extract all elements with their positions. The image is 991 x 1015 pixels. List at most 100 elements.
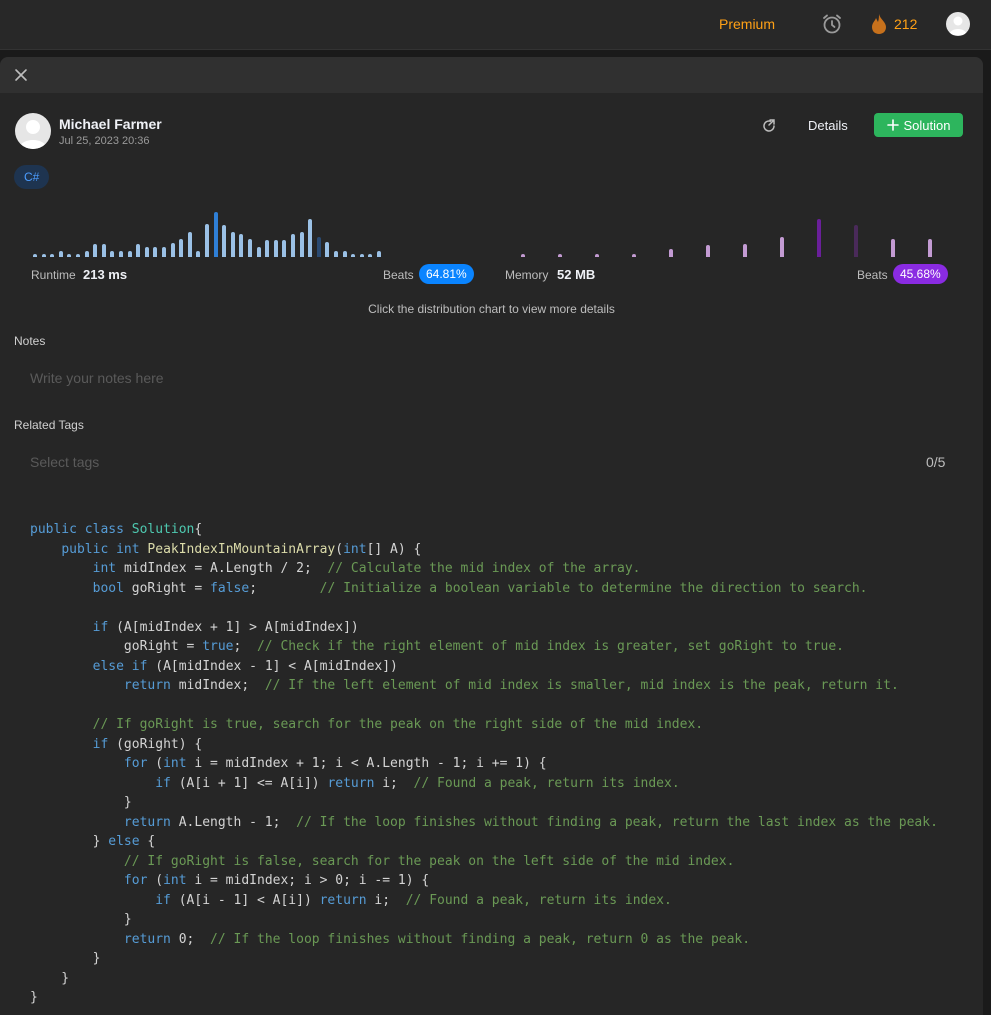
runtime-bar[interactable] <box>291 234 295 257</box>
runtime-bar[interactable] <box>196 251 201 257</box>
runtime-bar[interactable] <box>33 254 37 257</box>
premium-link[interactable]: Premium <box>719 16 775 32</box>
runtime-bar[interactable] <box>136 244 141 257</box>
flame-icon <box>872 14 886 34</box>
runtime-bar[interactable] <box>316 237 321 257</box>
runtime-beats-badge: 64.81% <box>419 264 474 284</box>
code-line: } <box>30 990 38 1005</box>
memory-label: Memory <box>505 268 549 282</box>
memory-bar[interactable] <box>928 239 932 257</box>
panel-header <box>0 57 983 93</box>
runtime-bar[interactable] <box>342 251 347 257</box>
runtime-beats-label: Beats <box>383 268 414 282</box>
runtime-bar[interactable] <box>230 232 235 257</box>
memory-bar[interactable] <box>891 239 895 257</box>
author-avatar[interactable] <box>15 113 51 149</box>
code-line: return 0; // If the loop finishes withou… <box>123 931 751 947</box>
runtime-bar[interactable] <box>187 232 192 257</box>
streak-counter[interactable]: 212 <box>870 12 917 36</box>
memory-bar[interactable] <box>706 245 710 257</box>
code-line: // If goRight is true, search for the pe… <box>92 717 704 732</box>
code-line: goRight = true; // Check if the right el… <box>30 639 844 654</box>
runtime-distribution-chart[interactable] <box>30 205 475 257</box>
top-navbar: Premium 212 <box>0 0 991 50</box>
runtime-bar[interactable] <box>205 224 209 257</box>
runtime-bar[interactable] <box>41 254 46 257</box>
runtime-bar[interactable] <box>213 212 218 257</box>
language-tag: C# <box>14 165 50 189</box>
notes-input[interactable] <box>30 370 730 386</box>
memory-bar[interactable] <box>817 219 821 257</box>
runtime-bar[interactable] <box>50 254 55 257</box>
submission-date: Jul 25, 2023 20:36 <box>59 135 150 147</box>
notes-label: Notes <box>14 334 46 348</box>
runtime-bar[interactable] <box>110 251 115 257</box>
code-line: } <box>30 795 132 810</box>
related-tags-label: Related Tags <box>14 418 84 432</box>
author-name[interactable]: Michael Farmer <box>59 116 162 132</box>
runtime-bar[interactable] <box>308 219 313 257</box>
memory-bar[interactable] <box>743 244 747 257</box>
user-avatar[interactable] <box>946 12 970 36</box>
memory-bar[interactable] <box>595 254 599 257</box>
memory-bar[interactable] <box>521 254 525 257</box>
runtime-bar[interactable] <box>351 254 356 257</box>
runtime-bar[interactable] <box>144 247 149 257</box>
details-button[interactable]: Details <box>808 118 848 133</box>
runtime-bar[interactable] <box>127 251 132 257</box>
runtime-bar[interactable] <box>101 244 106 257</box>
runtime-bar[interactable] <box>248 239 252 257</box>
runtime-bar[interactable] <box>334 251 338 257</box>
runtime-bar[interactable] <box>368 254 373 257</box>
runtime-bar[interactable] <box>265 240 270 257</box>
runtime-bar[interactable] <box>222 225 227 257</box>
code-line: int midIndex = A.Length / 2; // Calculat… <box>92 561 641 576</box>
runtime-bar[interactable] <box>377 251 381 257</box>
memory-bar[interactable] <box>780 237 784 257</box>
tags-select[interactable]: Select tags <box>30 454 99 470</box>
memory-bar[interactable] <box>558 254 562 257</box>
close-icon[interactable] <box>13 67 29 83</box>
runtime-bar[interactable] <box>162 247 166 257</box>
code-line: else if (A[midIndex - 1] < A[midIndex]) <box>92 658 398 674</box>
code-line: } <box>30 912 132 927</box>
memory-bar[interactable] <box>632 254 636 257</box>
runtime-bar[interactable] <box>58 251 63 257</box>
distribution-hint: Click the distribution chart to view mor… <box>368 302 615 316</box>
runtime-bar[interactable] <box>93 244 98 257</box>
runtime-bar[interactable] <box>170 243 175 257</box>
runtime-bar[interactable] <box>273 240 278 257</box>
code-line: public class Solution{ <box>30 522 203 537</box>
runtime-bar[interactable] <box>256 247 261 257</box>
share-icon[interactable] <box>761 118 777 134</box>
runtime-bar[interactable] <box>76 254 80 257</box>
runtime-bar[interactable] <box>67 254 72 257</box>
code-line: for (int i = midIndex; i > 0; i -= 1) { <box>123 873 430 888</box>
runtime-bar[interactable] <box>119 251 123 257</box>
code-block: public class Solution{ public int PeakIn… <box>30 520 938 1008</box>
runtime-bar[interactable] <box>179 239 184 257</box>
runtime-bar[interactable] <box>282 240 287 257</box>
add-solution-button[interactable]: Solution <box>874 113 963 137</box>
memory-beats-badge: 45.68% <box>893 264 948 284</box>
runtime-bar[interactable] <box>84 251 89 257</box>
memory-distribution-chart[interactable] <box>520 205 940 257</box>
runtime-bar[interactable] <box>153 247 158 257</box>
streak-count: 212 <box>894 16 918 32</box>
code-line: bool goRight = false; // Initialize a bo… <box>92 580 868 596</box>
memory-bar[interactable] <box>669 249 673 257</box>
runtime-label: Runtime <box>31 268 76 282</box>
plus-icon <box>886 119 899 131</box>
runtime-bar[interactable] <box>239 234 244 257</box>
code-line: return A.Length - 1; // If the loop fini… <box>123 814 938 830</box>
code-line: // If goRight is false, search for the p… <box>123 853 735 869</box>
tags-count: 0/5 <box>926 454 946 470</box>
alarm-clock-icon[interactable] <box>820 12 844 36</box>
runtime-bar[interactable] <box>299 232 304 257</box>
memory-value: 52 MB <box>557 267 596 282</box>
runtime-bar[interactable] <box>359 254 364 257</box>
runtime-bar[interactable] <box>325 242 330 257</box>
memory-bar[interactable] <box>854 225 858 257</box>
